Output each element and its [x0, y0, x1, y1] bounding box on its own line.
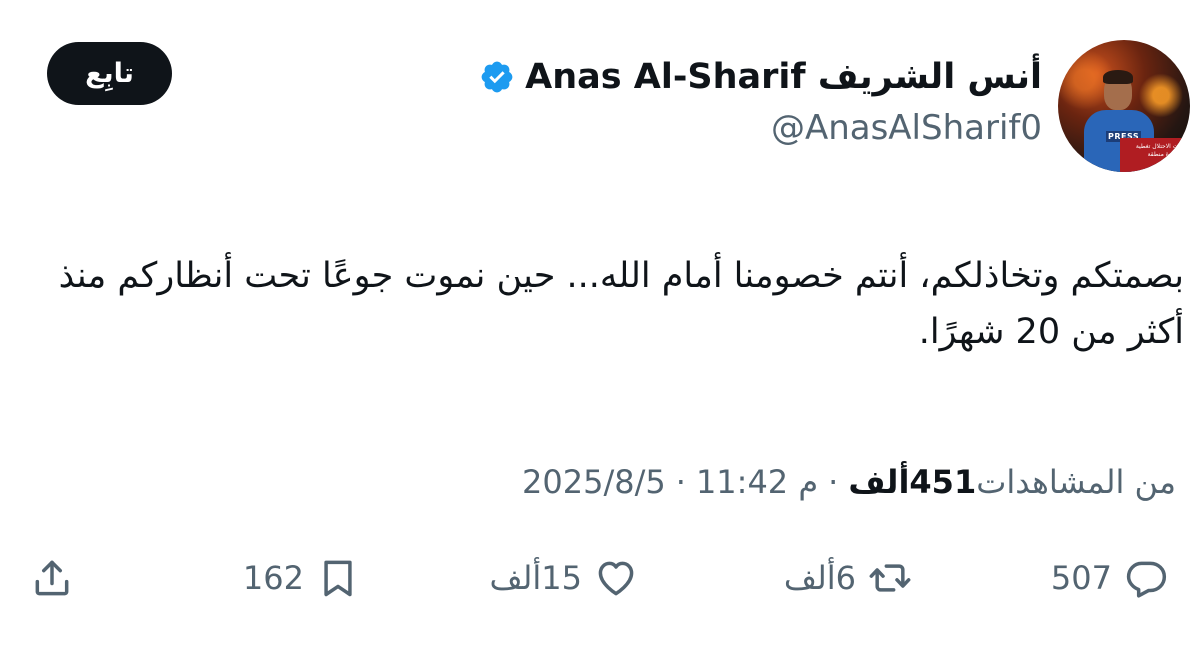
tweet-text: بصمتكم وتخاذلكم، أنتم خصومنا أمام الله..… [58, 256, 1184, 352]
tweet-date[interactable]: 2025/8/5 [522, 463, 666, 501]
retweet-count: 6ألف [783, 559, 856, 597]
avatar[interactable]: PRESS قوات الاحتلال تغطية مستمرة منطقة [1058, 40, 1190, 172]
author-name-row[interactable]: أنس الشريف Anas Al-Sharif [479, 52, 1042, 102]
meta-separator: · [828, 463, 839, 501]
reply-button[interactable]: 507 [1051, 548, 1168, 608]
tweet-time[interactable]: 11:42 م [696, 463, 818, 501]
meta-separator: · [675, 463, 686, 501]
retweet-arrows-icon [869, 564, 911, 592]
views-label: من المشاهدات [976, 463, 1176, 501]
like-button[interactable]: 15ألف [490, 548, 638, 608]
tweet-card: PRESS قوات الاحتلال تغطية مستمرة منطقة أ… [0, 0, 1200, 671]
bookmark-button[interactable]: 162 [243, 548, 360, 608]
like-count: 15ألف [489, 559, 582, 597]
retweet-button[interactable]: 6ألف [784, 548, 912, 608]
author-handle[interactable]: @AnasAlSharif0 [771, 108, 1042, 148]
bookmark-count: 162 [242, 559, 304, 597]
author-display-name[interactable]: أنس الشريف Anas Al-Sharif [525, 57, 1042, 97]
share-button[interactable] [30, 548, 74, 608]
heart-icon [598, 561, 634, 596]
avatar-news-banner-text: قوات الاحتلال تغطية مستمرة منطقة [1135, 143, 1186, 158]
reply-bubble-icon [1126, 561, 1167, 598]
bookmark-icon [324, 560, 352, 597]
reply-count: 507 [1050, 559, 1112, 597]
tweet-meta: 2025/8/5 · 11:42 م · 451ألف من المشاهدات [522, 456, 1184, 508]
follow-button[interactable]: تابِع [47, 42, 172, 105]
verified-badge-icon [481, 61, 513, 93]
share-upload-icon [35, 560, 69, 596]
avatar-hair [1103, 70, 1133, 84]
views-count: 451ألف [848, 463, 977, 501]
